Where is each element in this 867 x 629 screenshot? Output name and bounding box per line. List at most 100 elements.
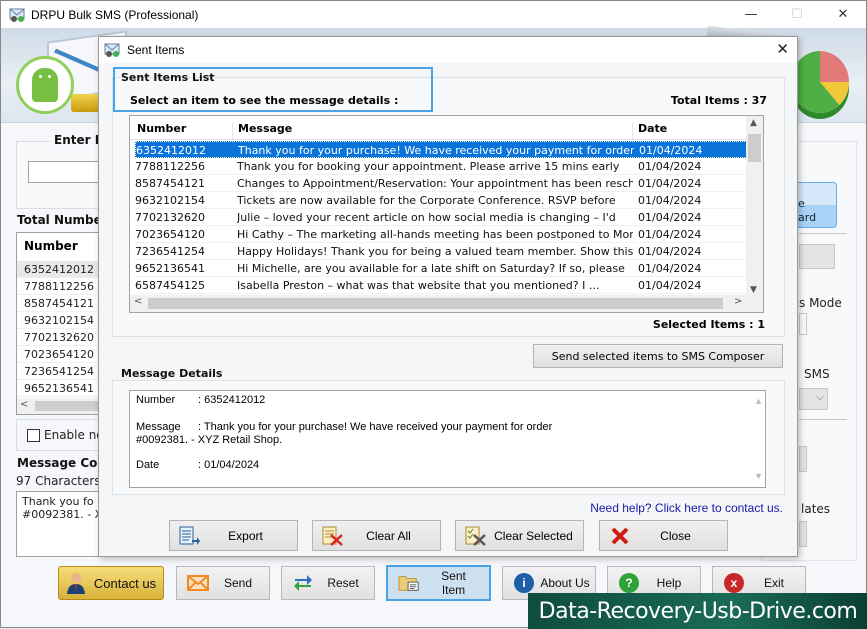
cell-message: Thank you for your purchase! We have rec…: [238, 144, 634, 157]
envelope-icon: [187, 572, 209, 594]
scroll-down-icon[interactable]: ▼: [750, 285, 757, 295]
mode-label: s Mode: [799, 296, 842, 310]
detail-date-value: 01/04/2024: [204, 459, 260, 471]
help-contact-link[interactable]: Need help? Click here to contact us.: [590, 501, 783, 515]
cell-number: 9632102154: [135, 194, 205, 207]
title-bar: DRPU Bulk SMS (Professional) — ☐ ✕: [1, 1, 866, 28]
clear-selected-button[interactable]: Clear Selected: [455, 520, 584, 551]
about-us-label: About Us: [540, 576, 590, 590]
table-row[interactable]: 9632102154 Tickets are now available for …: [135, 192, 747, 209]
cell-date: 01/04/2024: [638, 177, 702, 190]
cell-date: 01/04/2024: [638, 211, 702, 224]
enable-checkbox-label: Enable no: [44, 428, 104, 442]
table-row[interactable]: 7788112256 Thank you for booking your ap…: [135, 158, 747, 175]
sent-items-table[interactable]: Number Message Date 6352412012 Thank you …: [129, 115, 764, 313]
table-vscrollbar[interactable]: ▲ ▼: [746, 116, 763, 297]
clear-selected-label: Clear Selected: [494, 528, 573, 543]
close-window-button[interactable]: ✕: [820, 1, 866, 28]
maximize-button[interactable]: ☐: [774, 1, 820, 28]
table-row[interactable]: 9652136541 Hi Michelle, are you availabl…: [135, 260, 747, 277]
message-details-label: Message Details: [121, 367, 223, 380]
scroll-up-icon[interactable]: ▲: [750, 118, 757, 128]
detail-message-value: Thank you for your purchase! We have rec…: [203, 421, 553, 433]
selected-items-count: Selected Items : 1: [652, 318, 765, 331]
table-row[interactable]: 7236541254 Happy Holidays! Thank you for …: [135, 243, 747, 260]
wizard-label-1: e: [798, 197, 805, 210]
close-button[interactable]: Close: [599, 520, 728, 551]
cell-number: 7702132620: [135, 211, 205, 224]
sent-item-button[interactable]: Sent Item: [386, 565, 491, 601]
cell-message: Hi Cathy – The marketing all-hands meeti…: [237, 228, 633, 241]
dialog-title: Sent Items: [127, 43, 185, 57]
exit-icon: x: [723, 572, 745, 594]
divider: [799, 419, 847, 420]
dialog-close-icon[interactable]: ✕: [776, 40, 789, 58]
contact-us-button[interactable]: Contact us: [58, 566, 164, 600]
cell-number: 9652136541: [135, 262, 205, 275]
dialog-title-bar: Sent Items ✕: [99, 37, 797, 63]
cell-message: Tickets are now available for the Corpor…: [237, 194, 616, 207]
detail-message-key: Message: [136, 421, 181, 433]
help-label: Help: [656, 576, 682, 590]
cell-number: 7236541254: [135, 245, 205, 258]
total-items-count: Total Items : 37: [670, 94, 767, 107]
export-button[interactable]: Export: [169, 520, 298, 551]
scroll-up-icon[interactable]: ▲: [754, 395, 763, 408]
cell-date: 01/04/2024: [638, 245, 702, 258]
sms-label: SMS: [804, 367, 830, 381]
send-to-composer-button[interactable]: Send selected items to SMS Composer: [533, 344, 783, 368]
character-count: 97 Characters: [16, 474, 101, 488]
clear-all-icon: [321, 525, 345, 547]
clear-all-button[interactable]: Clear All: [312, 520, 441, 551]
enable-checkbox[interactable]: [27, 428, 40, 442]
pie-chart-graphic: [791, 51, 849, 113]
reset-button[interactable]: Reset: [281, 566, 375, 600]
table-row[interactable]: 7702132620 Julie – loved your recent arti…: [135, 209, 747, 226]
cell-number: 7788112256: [135, 160, 205, 173]
total-numbers-label: Total Numbe: [17, 213, 102, 227]
table-row[interactable]: 7023654120 Hi Cathy – The marketing all-h…: [135, 226, 747, 243]
message-details-box[interactable]: Number: 6352412012 Message: Thank you fo…: [129, 390, 766, 488]
scroll-down-icon[interactable]: ▼: [754, 470, 763, 483]
watermark: Data-Recovery-Usb-Drive.com: [528, 593, 867, 629]
cell-date: 01/04/2024: [638, 194, 702, 207]
option-button[interactable]: [799, 244, 835, 269]
cell-message: Happy Holidays! Thank you for being a va…: [237, 245, 633, 258]
column-header-message[interactable]: Message: [238, 122, 292, 135]
app-icon: [104, 43, 120, 57]
sms-dropdown[interactable]: ⌵: [799, 388, 828, 410]
cell-message: Thank you for booking your appointment. …: [237, 160, 620, 173]
person-icon: [65, 572, 87, 594]
table-row[interactable]: 8587454121 Changes to Appointment/Reserva…: [135, 175, 747, 192]
android-logo: [16, 56, 74, 114]
send-button[interactable]: Send: [176, 566, 270, 600]
wizard-button[interactable]: e ard: [795, 182, 837, 228]
instruction-text: Select an item to see the message detail…: [130, 94, 399, 107]
question-icon: ?: [618, 572, 640, 594]
table-hscrollbar[interactable]: < >: [130, 295, 763, 312]
templates-field[interactable]: [799, 521, 807, 547]
detail-date-key: Date: [136, 459, 160, 471]
option-field[interactable]: [799, 446, 807, 472]
cell-number: 6587454125: [135, 279, 205, 292]
templates-label: lates: [801, 502, 831, 516]
scroll-right-icon[interactable]: >: [734, 296, 742, 307]
scroll-left-icon[interactable]: <: [134, 296, 142, 307]
detail-number-key: Number: [136, 394, 176, 406]
cell-message: Changes to Appointment/Reservation: Your…: [237, 177, 633, 190]
table-row[interactable]: 6587454125 Isabella Preston – what was th…: [135, 277, 747, 294]
mode-field[interactable]: [799, 313, 807, 335]
sent-items-dialog: Sent Items ✕ Sent Items List Select an i…: [98, 36, 798, 557]
minimize-button[interactable]: —: [728, 1, 774, 28]
clear-all-label: Clear All: [366, 528, 411, 543]
table-row[interactable]: 6352412012 Thank you for your purchase! W…: [135, 141, 747, 158]
detail-number-value: 6352412012: [204, 394, 266, 406]
window-title: DRPU Bulk SMS (Professional): [31, 7, 199, 22]
cell-date: 01/04/2024: [638, 262, 702, 275]
scroll-left-icon[interactable]: <: [20, 399, 28, 410]
column-header-date[interactable]: Date: [638, 122, 667, 135]
cell-number: 7023654120: [135, 228, 205, 241]
reset-label: Reset: [327, 576, 359, 590]
column-header-number[interactable]: Number: [137, 122, 186, 135]
clear-selected-icon: [464, 525, 488, 547]
